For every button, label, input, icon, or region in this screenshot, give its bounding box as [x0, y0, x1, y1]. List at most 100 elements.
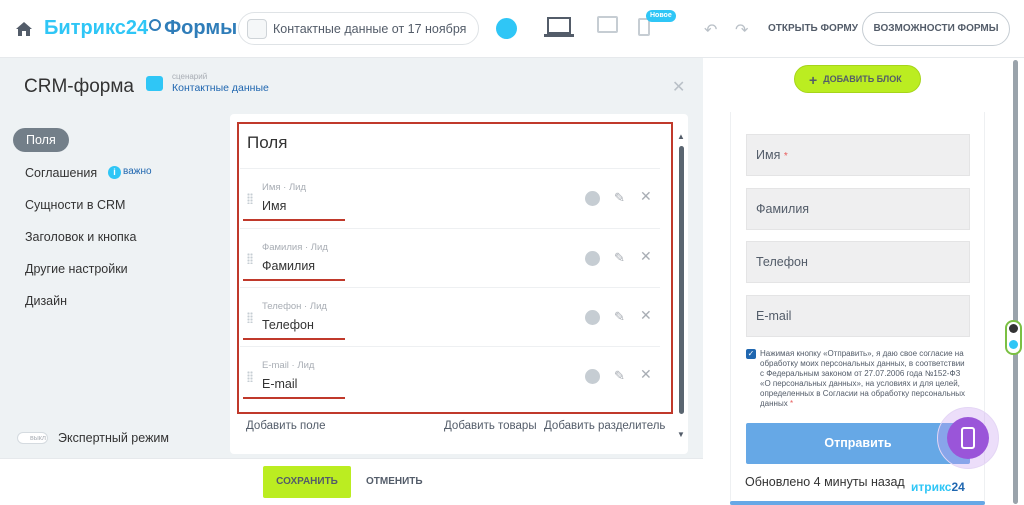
delete-icon[interactable]: ✕ [640, 366, 652, 383]
highlight-underline [243, 397, 345, 399]
close-icon[interactable] [1009, 324, 1018, 333]
checkbox-icon[interactable]: ✓ [746, 349, 756, 359]
brand-number: 24 [951, 480, 965, 494]
add-block-label: ДОБАВИТЬ БЛОК [823, 74, 902, 84]
laptop-icon[interactable] [544, 17, 574, 38]
fields-scrollbar[interactable] [679, 146, 684, 414]
edit-icon[interactable]: ✎ [614, 309, 625, 325]
form-icon [247, 19, 267, 39]
sidebar-item-fields[interactable]: Поля [13, 128, 69, 152]
undo-icon[interactable]: ↶ [704, 20, 717, 40]
add-products-link[interactable]: Добавить товары [444, 420, 537, 432]
new-badge: Новое [646, 10, 676, 22]
sidebar-item-header-button[interactable]: Заголовок и кнопка [25, 230, 137, 244]
edit-icon[interactable]: ✎ [614, 368, 625, 384]
drag-handle-icon[interactable] [247, 371, 253, 382]
side-widget[interactable] [1005, 320, 1022, 355]
form-selector[interactable]: Контактные данные от 17 ноября [238, 12, 479, 45]
field-subtitle: Имя · Лид [262, 182, 307, 193]
person-icon[interactable] [585, 251, 600, 266]
brand-footer: итрикс24 [911, 480, 965, 494]
field-name: Телефон [262, 318, 314, 332]
toggle-state: выкл [30, 435, 46, 442]
delete-icon[interactable]: ✕ [640, 307, 652, 324]
scroll-up-arrow[interactable]: ▲ [677, 132, 685, 141]
field-row[interactable]: Имя · Лид Имя ✎ ✕ [240, 168, 660, 227]
updated-status: Обновлено 4 минуты назад [745, 475, 905, 489]
add-block-button[interactable]: + ДОБАВИТЬ БЛОК [794, 65, 921, 93]
bottom-bar [0, 458, 703, 505]
required-mark: * [783, 151, 788, 162]
sidebar-item-other-settings[interactable]: Другие настройки [25, 262, 128, 276]
person-icon[interactable] [585, 191, 600, 206]
field-row[interactable]: Фамилия · Лид Фамилия ✎ ✕ [240, 228, 660, 287]
fields-heading: Поля [247, 133, 288, 152]
input-placeholder: E-mail [756, 309, 792, 323]
preview-email-input[interactable]: E-mail [746, 295, 970, 337]
save-button[interactable]: СОХРАНИТЬ [263, 466, 351, 498]
preview-name-input[interactable]: Имя * [746, 134, 970, 176]
person-icon[interactable] [585, 310, 600, 325]
form-selector-label: Контактные данные от 17 ноября [273, 22, 467, 36]
form-features-button[interactable]: ВОЗМОЖНОСТИ ФОРМЫ [862, 12, 1010, 46]
highlight-underline [243, 279, 345, 281]
add-field-link[interactable]: Добавить поле [246, 420, 326, 432]
highlight-underline [243, 219, 345, 221]
sidebar-item-crm-entities[interactable]: Сущности в CRM [25, 198, 125, 212]
expert-mode-toggle[interactable]: выкл [17, 432, 48, 444]
edit-icon[interactable]: ✎ [614, 190, 625, 206]
page-title: CRM-форма [24, 76, 134, 97]
cloud-icon[interactable] [496, 18, 517, 39]
field-row[interactable]: Телефон · Лид Телефон ✎ ✕ [240, 287, 660, 346]
input-placeholder: Фамилия [756, 202, 810, 216]
edit-icon[interactable]: ✎ [614, 250, 625, 266]
expert-mode-label: Экспертный режим [58, 431, 170, 445]
person-icon[interactable] [585, 369, 600, 384]
drag-handle-icon[interactable] [247, 253, 253, 264]
field-name: E-mail [262, 377, 298, 391]
add-separator-link[interactable]: Добавить разделитель [544, 420, 665, 432]
open-form-link[interactable]: ОТКРЫТЬ ФОРМУ [768, 23, 858, 34]
field-row[interactable]: E-mail · Лид E-mail ✎ ✕ [240, 346, 660, 405]
plus-icon: + [809, 71, 818, 88]
sidebar-item-agreements[interactable]: Соглашения [25, 166, 97, 180]
field-name: Фамилия [262, 259, 316, 273]
drag-handle-icon[interactable] [247, 312, 253, 323]
top-bar: Битрикс24 Формы Контактные данные от 17 н… [0, 0, 1024, 58]
scenario-link[interactable]: Контактные данные [172, 82, 269, 94]
preview-surname-input[interactable]: Фамилия [746, 188, 970, 230]
scenario-icon [146, 76, 163, 91]
send-button[interactable]: Отправить [746, 423, 970, 464]
field-subtitle: E-mail · Лид [262, 360, 315, 371]
important-link[interactable]: важно [123, 166, 152, 177]
mobile-preview-button[interactable] [947, 417, 989, 459]
logo-forms: Формы [164, 17, 238, 39]
field-subtitle: Телефон · Лид [262, 301, 327, 312]
mobile-icon [961, 427, 975, 449]
required-mark: * [789, 399, 794, 408]
highlight-underline [243, 338, 345, 340]
redo-icon[interactable]: ↷ [735, 20, 748, 40]
field-subtitle: Фамилия · Лид [262, 242, 328, 253]
field-name: Имя [262, 199, 287, 213]
consent-text: Нажимая кнопку «Отправить», я даю свое с… [760, 349, 968, 409]
cancel-button[interactable]: ОТМЕНИТЬ [366, 476, 423, 487]
input-placeholder: Имя [756, 148, 781, 162]
clock-icon [149, 18, 162, 31]
info-icon[interactable]: i [108, 166, 121, 179]
tablet-icon[interactable] [597, 16, 618, 33]
home-icon[interactable] [15, 21, 33, 37]
widget-icon[interactable] [1009, 340, 1018, 349]
preview-scrollbar[interactable] [1013, 60, 1018, 504]
preview-phone-input[interactable]: Телефон [746, 241, 970, 283]
preview-bottom-line [730, 501, 985, 505]
input-placeholder: Телефон [756, 255, 808, 269]
scenario-label: сценарий [172, 72, 208, 81]
logo-b24: Битрикс24 [44, 17, 149, 39]
delete-icon[interactable]: ✕ [640, 188, 652, 205]
drag-handle-icon[interactable] [247, 193, 253, 204]
close-icon[interactable]: ✕ [672, 77, 685, 97]
sidebar-item-design[interactable]: Дизайн [25, 294, 67, 308]
scroll-down-arrow[interactable]: ▼ [677, 430, 685, 439]
delete-icon[interactable]: ✕ [640, 248, 652, 265]
